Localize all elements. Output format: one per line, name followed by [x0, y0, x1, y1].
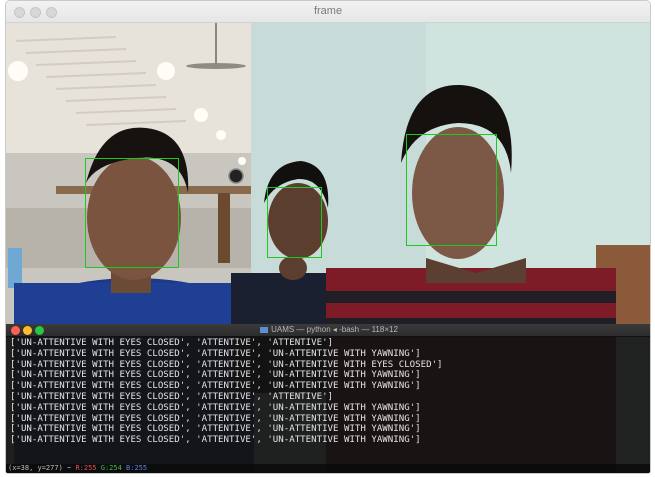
terminal-output[interactable]: ['UN-ATTENTIVE WITH EYES CLOSED', 'ATTEN…: [10, 338, 648, 473]
terminal-line: ['UN-ATTENTIVE WITH EYES CLOSED', 'ATTEN…: [10, 348, 421, 359]
window-titlebar[interactable]: frame: [6, 1, 650, 23]
terminal-line: ['UN-ATTENTIVE WITH EYES CLOSED', 'ATTEN…: [10, 338, 334, 348]
terminal-line: ['UN-ATTENTIVE WITH EYES CLOSED', 'ATTEN…: [10, 359, 443, 370]
terminal-line: ['UN-ATTENTIVE WITH EYES CLOSED', 'ATTEN…: [10, 370, 421, 381]
red-value: R:255: [75, 464, 97, 472]
terminal-title-row: UAMS — python ◂ -bash — 118×12: [6, 325, 650, 334]
green-value: G:254: [100, 464, 122, 472]
blue-value: B:255: [126, 464, 148, 472]
terminal-window[interactable]: UAMS — python ◂ -bash — 118×12 ['UN-ATTE…: [6, 324, 650, 473]
terminal-line: ['UN-ATTENTIVE WITH EYES CLOSED', 'ATTEN…: [10, 424, 421, 435]
terminal-line: ['UN-ATTENTIVE WITH EYES CLOSED', 'ATTEN…: [10, 381, 421, 392]
terminal-line: ['UN-ATTENTIVE WITH EYES CLOSED', 'ATTEN…: [10, 391, 334, 402]
terminal-titlebar[interactable]: UAMS — python ◂ -bash — 118×12: [6, 324, 650, 337]
pixel-status-bar: (x=38, y=277) ~ R:255 G:254 B:255: [6, 464, 650, 473]
face-detection-box: [85, 158, 179, 268]
terminal-line: ['UN-ATTENTIVE WITH EYES CLOSED', 'ATTEN…: [10, 413, 421, 424]
terminal-line: ['UN-ATTENTIVE WITH EYES CLOSED', 'ATTEN…: [10, 402, 421, 413]
face-detection-box: [267, 187, 322, 258]
terminal-title: UAMS — python ◂ -bash — 118×12: [271, 325, 398, 334]
cursor-coords: (x=38, y=277) ~: [8, 464, 72, 472]
frame-window: frame UAMS — python ◂ -bash — 118×12 ['U…: [5, 0, 651, 474]
window-title: frame: [313, 5, 343, 17]
folder-icon: [260, 326, 269, 333]
terminal-line: ['UN-ATTENTIVE WITH EYES CLOSED', 'ATTEN…: [10, 435, 421, 446]
face-detection-box: [406, 134, 497, 246]
